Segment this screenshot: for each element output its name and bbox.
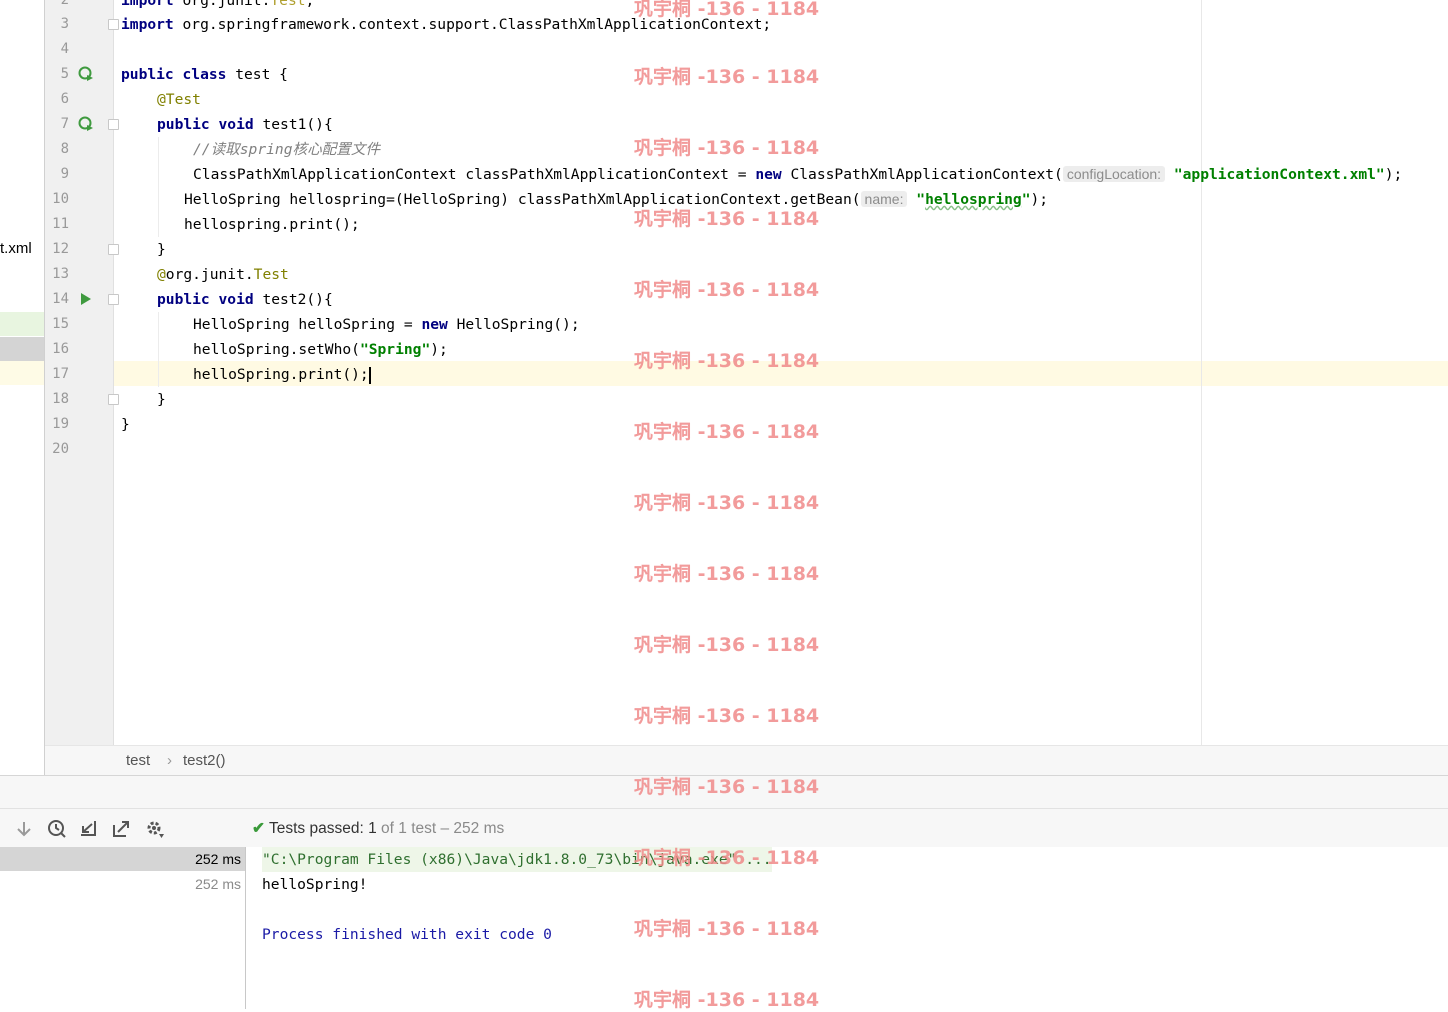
project-row-selected — [0, 337, 44, 361]
breadcrumb-method[interactable]: test2() — [183, 752, 226, 769]
test-tree-row[interactable]: 252 ms — [0, 872, 245, 896]
line-number: 17 — [52, 366, 69, 382]
editor-gutter: 2 3 4 5 6 7 8 9 10 11 12 13 14 15 16 17 … — [45, 0, 119, 745]
code-line-16: helloSpring.setWho("Spring"); — [193, 341, 448, 358]
line-number: 4 — [60, 41, 69, 57]
code-line-19: } — [121, 416, 130, 433]
test-status: ✔ Tests passed: 1 of 1 test – 252 ms — [252, 820, 505, 837]
code-line-11: hellospring.print(); — [184, 216, 360, 233]
settings-icon[interactable] — [145, 819, 165, 839]
line-number: 18 — [52, 391, 69, 407]
console-exit-line: Process finished with exit code 0 — [262, 926, 552, 943]
project-panel-edge: t.xml — [0, 0, 45, 775]
param-hint: configLocation: — [1062, 166, 1166, 182]
check-icon: ✔ — [252, 820, 265, 837]
run-test1-icon[interactable] — [78, 116, 94, 132]
code-line-15: HelloSpring helloSpring = new HelloSprin… — [193, 316, 580, 333]
line-number: 14 — [52, 291, 69, 307]
arrow-down-icon[interactable] — [14, 819, 34, 839]
line-number: 6 — [60, 91, 69, 107]
line-number: 16 — [52, 341, 69, 357]
project-file-item[interactable]: t.xml — [0, 240, 32, 257]
code-line-8: //读取spring核心配置文件 — [193, 141, 381, 158]
project-row-current — [0, 361, 44, 385]
export-icon[interactable] — [112, 819, 132, 839]
right-margin-guide — [1201, 0, 1202, 745]
breadcrumb-class[interactable]: test — [126, 752, 150, 769]
run-class-icon[interactable] — [78, 66, 94, 82]
code-line-7: public void test1(){ — [157, 116, 333, 133]
line-number: 11 — [52, 216, 69, 232]
param-hint: name: — [860, 191, 908, 207]
breadcrumb: test › test2() — [45, 745, 1448, 776]
line-number: 3 — [60, 16, 69, 32]
project-row-highlight — [0, 312, 44, 336]
code-line-12: } — [157, 241, 166, 258]
test-tree-row[interactable]: 252 ms — [0, 847, 245, 871]
line-number: 8 — [60, 141, 69, 157]
line-number: 9 — [60, 166, 69, 182]
line-number: 12 — [52, 241, 69, 257]
indent-guide — [158, 312, 159, 387]
import-icon[interactable] — [79, 819, 99, 839]
run-toolbar: ✔ Tests passed: 1 of 1 test – 252 ms — [0, 808, 1448, 848]
console-output[interactable]: "C:\Program Files (x86)\Java\jdk1.8.0_73… — [246, 847, 1448, 1009]
text-caret — [368, 366, 371, 384]
code-editor[interactable]: import org.junit.Test; import org.spring… — [114, 0, 1448, 745]
run-panel-header — [0, 775, 1448, 809]
code-line-5: public class test { — [121, 66, 288, 83]
code-line-14: public void test2(){ — [157, 291, 333, 308]
code-line-17: helloSpring.print(); — [193, 366, 371, 384]
code-line-6: @Test — [157, 91, 201, 108]
line-number: 5 — [60, 66, 69, 82]
code-line-18: } — [157, 391, 166, 408]
line-number: 7 — [60, 116, 69, 132]
line-number: 19 — [52, 416, 69, 432]
breadcrumb-separator: › — [167, 752, 172, 769]
code-line-13: @org.junit.Test — [157, 266, 289, 283]
line-number: 20 — [52, 441, 69, 457]
history-icon[interactable] — [47, 819, 67, 839]
indent-guide — [158, 137, 159, 237]
test-tree: 252 ms 252 ms — [0, 847, 246, 1009]
line-number: 10 — [52, 191, 69, 207]
console-output-line: helloSpring! — [262, 876, 368, 893]
line-number: 13 — [52, 266, 69, 282]
line-number: 15 — [52, 316, 69, 332]
console-command: "C:\Program Files (x86)\Java\jdk1.8.0_73… — [262, 847, 772, 872]
code-line-3: import org.springframework.context.suppo… — [121, 16, 772, 33]
code-line-10: HelloSpring hellospring=(HelloSpring) cl… — [184, 191, 1049, 208]
code-line-9: ClassPathXmlApplicationContext classPath… — [193, 166, 1403, 183]
run-test2-icon[interactable] — [78, 291, 94, 307]
